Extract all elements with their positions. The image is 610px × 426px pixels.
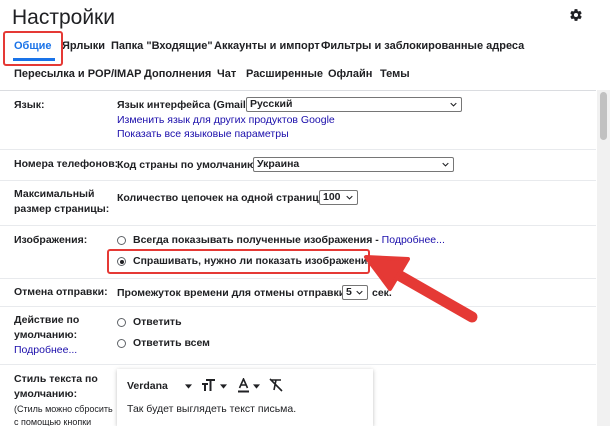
tab-forwarding[interactable]: Пересылка и POP/IMAP xyxy=(14,68,142,80)
default-action-label: Действие по умолчанию: xyxy=(14,313,79,343)
default-action-label-line2: умолчанию: xyxy=(14,329,78,341)
text-style-note-line2: с помощью кнопки xyxy=(14,417,92,426)
tab-offline[interactable]: Офлайн xyxy=(328,68,372,80)
font-family-select[interactable]: Verdana xyxy=(127,380,168,392)
page-size-label: Максимальный размер страницы: xyxy=(14,187,109,217)
reply-all-radio[interactable] xyxy=(117,339,126,348)
country-code-select[interactable]: Украина xyxy=(253,157,454,172)
interface-language-label: Язык интерфейса (Gmail): xyxy=(117,99,253,111)
font-dropdown-arrow-icon[interactable] xyxy=(185,384,192,389)
undo-period-value: 5 xyxy=(346,286,352,298)
row-separator xyxy=(0,225,596,226)
text-style-label: Стиль текста по умолчанию: xyxy=(14,372,98,402)
images-label: Изображения: xyxy=(14,234,88,246)
images-always-radio[interactable] xyxy=(117,236,126,245)
chevron-down-icon xyxy=(442,162,449,167)
text-style-note: (Стиль можно сбросить с помощью кнопки xyxy=(14,403,113,426)
font-size-dropdown-arrow-icon[interactable] xyxy=(220,384,227,389)
row-separator xyxy=(0,364,596,365)
tab-themes[interactable]: Темы xyxy=(380,68,410,80)
interface-language-select[interactable]: Русский xyxy=(246,97,462,112)
threads-per-page-select[interactable]: 100 xyxy=(319,190,358,205)
images-always-text: Всегда показывать полученные изображения… xyxy=(133,234,382,246)
tabs-divider xyxy=(0,90,596,91)
chevron-down-icon xyxy=(450,102,457,107)
tab-accounts[interactable]: Аккаунты и импорт xyxy=(214,40,320,52)
clear-formatting-icon[interactable] xyxy=(269,378,283,392)
page-size-label-line2: размер страницы: xyxy=(14,203,110,215)
tab-chat[interactable]: Чат xyxy=(217,68,236,80)
chevron-down-icon xyxy=(346,195,353,200)
text-style-note-line1: (Стиль можно сбросить xyxy=(14,404,113,414)
gear-icon[interactable] xyxy=(569,8,583,22)
scrollbar-thumb[interactable] xyxy=(600,92,607,140)
phone-label: Номера телефонов: xyxy=(14,158,119,170)
scrollbar-track[interactable] xyxy=(597,90,610,426)
row-separator xyxy=(0,180,596,181)
row-separator xyxy=(0,278,596,279)
text-color-dropdown-arrow-icon[interactable] xyxy=(253,384,260,389)
reply-radio[interactable] xyxy=(117,318,126,327)
row-separator xyxy=(0,306,596,307)
country-code-label: Код страны по умолчанию: xyxy=(117,159,260,171)
text-color-icon[interactable] xyxy=(237,378,250,393)
undo-send-label: Отмена отправки: xyxy=(14,286,108,298)
tab-inbox[interactable]: Папка "Входящие" xyxy=(111,40,213,52)
tab-labels[interactable]: Ярлыки xyxy=(62,40,105,52)
reply-all-option[interactable]: Ответить всем xyxy=(133,337,210,349)
text-style-sample: Так будет выглядеть текст письма. xyxy=(127,403,297,415)
page-size-label-line1: Максимальный xyxy=(14,188,95,200)
annotation-arrow-icon xyxy=(364,255,478,323)
tab-addons[interactable]: Дополнения xyxy=(144,68,211,80)
default-text-style-editor[interactable]: Verdana Так будет выглядеть текст письма… xyxy=(117,369,373,426)
text-style-label-line1: Стиль текста по xyxy=(14,373,98,385)
threads-per-page-value: 100 xyxy=(323,191,341,203)
threads-per-page-label: Количество цепочек на одной странице: xyxy=(117,192,328,204)
undo-period-label: Промежуток времени для отмены отправки: xyxy=(117,287,349,299)
reply-option[interactable]: Ответить xyxy=(133,316,182,328)
row-separator xyxy=(0,149,596,150)
page-title: Настройки xyxy=(12,6,115,29)
language-label: Язык: xyxy=(14,99,45,111)
change-language-link[interactable]: Изменить язык для других продуктов Googl… xyxy=(117,114,335,126)
tab-filters[interactable]: Фильтры и заблокированные адреса xyxy=(321,40,524,52)
country-code-value: Украина xyxy=(257,158,300,170)
default-action-label-line1: Действие по xyxy=(14,314,80,326)
tab-advanced[interactable]: Расширенные xyxy=(246,68,323,80)
font-size-icon[interactable] xyxy=(201,379,217,392)
highlight-box-tab xyxy=(3,31,63,66)
highlight-box-option xyxy=(107,249,370,274)
text-style-label-line2: умолчанию: xyxy=(14,388,78,400)
default-action-learn-more-link[interactable]: Подробнее... xyxy=(14,344,77,356)
interface-language-value: Русский xyxy=(250,98,293,110)
all-language-settings-link[interactable]: Показать все языковые параметры xyxy=(117,128,289,140)
